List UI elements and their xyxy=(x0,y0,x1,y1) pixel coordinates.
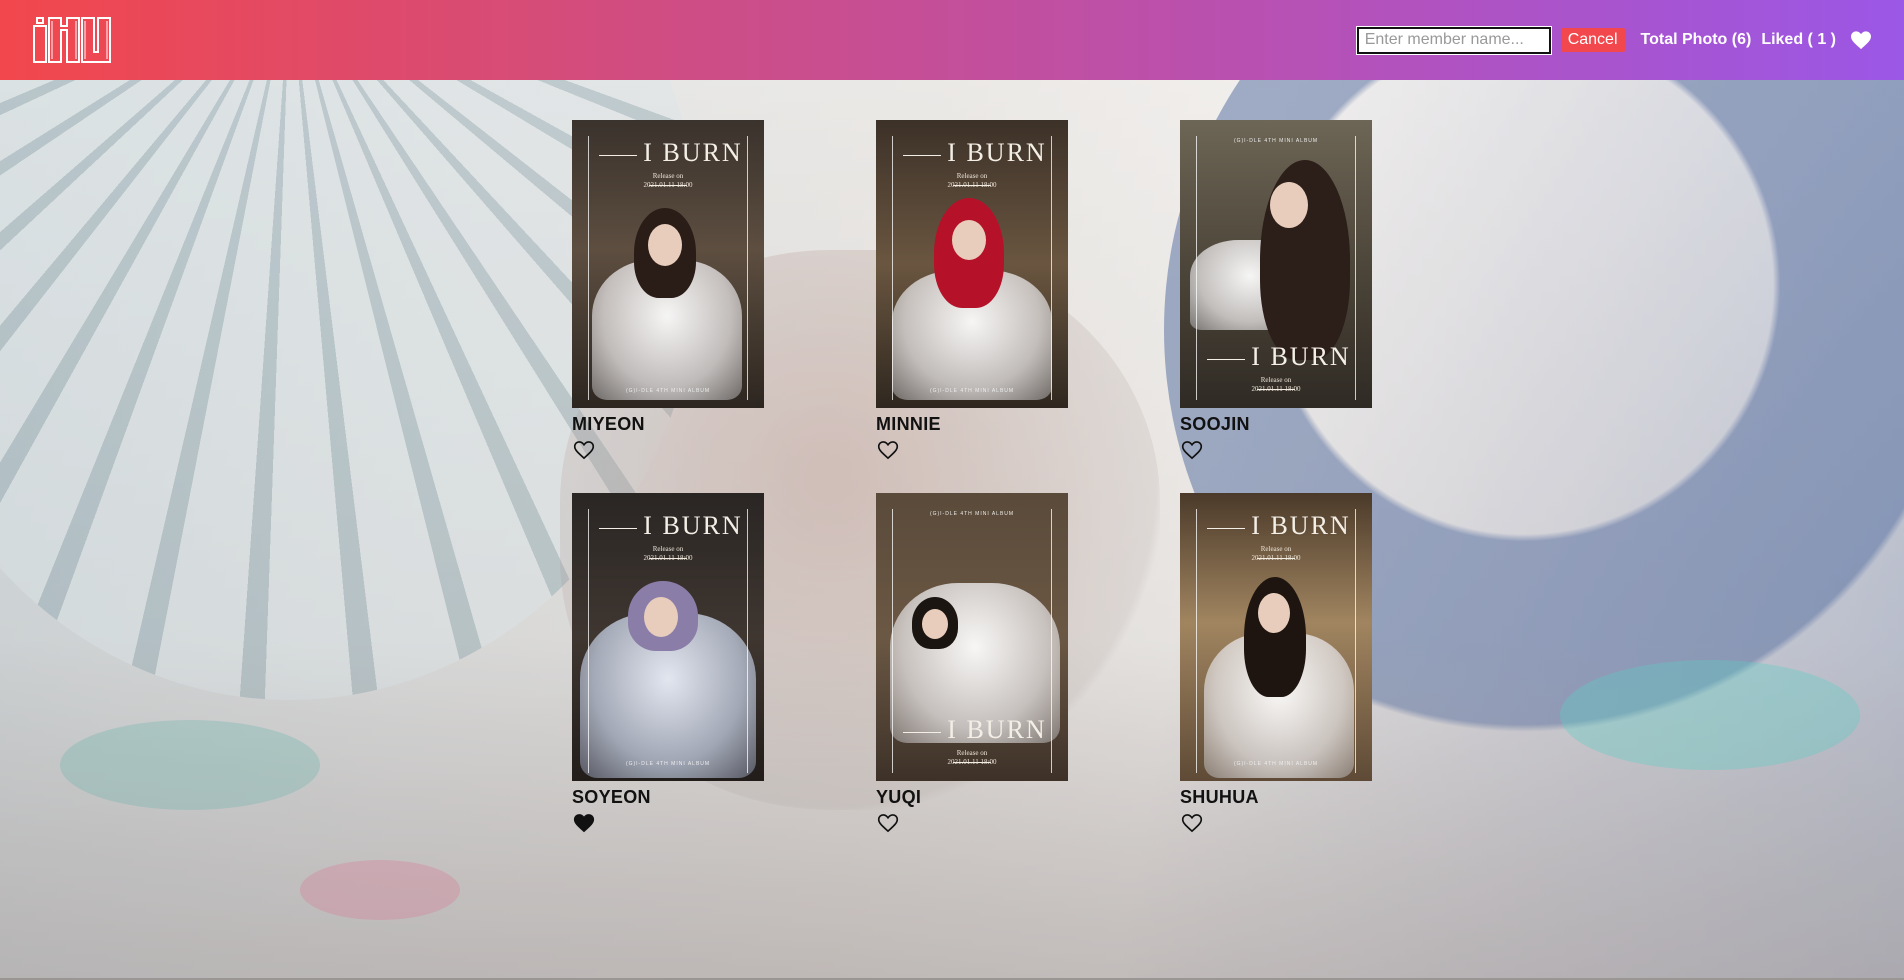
photo-grid: I BURN Release on 2021.01.11 18:00 (G)I-… xyxy=(572,120,1372,833)
liked-count: Liked ( 1 ) xyxy=(1761,31,1836,48)
top-header: Cancel Total Photo (6) Liked ( 1 ) xyxy=(0,0,1904,80)
photo-card: I BURN Release on 2021.01.11 18:00 (G)I-… xyxy=(876,120,1068,460)
heart-outline-icon[interactable] xyxy=(573,440,595,460)
header-controls: Cancel Total Photo (6) Liked ( 1 ) xyxy=(1355,25,1872,55)
member-photo[interactable]: I BURN Release on 2021.01.11 18:00 (G)I-… xyxy=(1180,120,1372,408)
member-name: SOOJIN xyxy=(1180,414,1250,434)
member-name: MINNIE xyxy=(876,414,941,434)
member-name: MIYEON xyxy=(572,414,645,434)
cancel-button[interactable]: Cancel xyxy=(1560,28,1625,52)
gidle-logo[interactable] xyxy=(32,16,112,64)
member-name: SOYEON xyxy=(572,787,651,807)
heart-outline-icon[interactable] xyxy=(1181,440,1203,460)
heart-outline-icon[interactable] xyxy=(877,440,899,460)
member-name: YUQI xyxy=(876,787,922,807)
member-photo[interactable]: I BURN Release on 2021.01.11 18:00 (G)I-… xyxy=(876,493,1068,781)
photo-card: I BURN Release on 2021.01.11 18:00 (G)I-… xyxy=(572,493,764,833)
member-photo[interactable]: I BURN Release on 2021.01.11 18:00 (G)I-… xyxy=(572,120,764,408)
heart-outline-icon[interactable] xyxy=(1181,813,1203,833)
photo-card: I BURN Release on 2021.01.11 18:00 (G)I-… xyxy=(572,120,764,460)
heart-filled-icon[interactable] xyxy=(573,813,595,833)
heart-outline-icon[interactable] xyxy=(877,813,899,833)
total-photo-count: Total Photo (6) xyxy=(1640,31,1752,48)
member-photo[interactable]: I BURN Release on 2021.01.11 18:00 (G)I-… xyxy=(876,120,1068,408)
member-name: SHUHUA xyxy=(1180,787,1259,807)
member-photo[interactable]: I BURN Release on 2021.01.11 18:00 (G)I-… xyxy=(572,493,764,781)
member-photo[interactable]: I BURN Release on 2021.01.11 18:00 (G)I-… xyxy=(1180,493,1372,781)
photo-card: I BURN Release on 2021.01.11 18:00 (G)I-… xyxy=(876,493,1068,833)
heart-filled-icon[interactable] xyxy=(1846,30,1872,50)
member-search-input[interactable] xyxy=(1355,25,1552,55)
photo-card: I BURN Release on 2021.01.11 18:00 (G)I-… xyxy=(1180,120,1372,460)
photo-card: I BURN Release on 2021.01.11 18:00 (G)I-… xyxy=(1180,493,1372,833)
